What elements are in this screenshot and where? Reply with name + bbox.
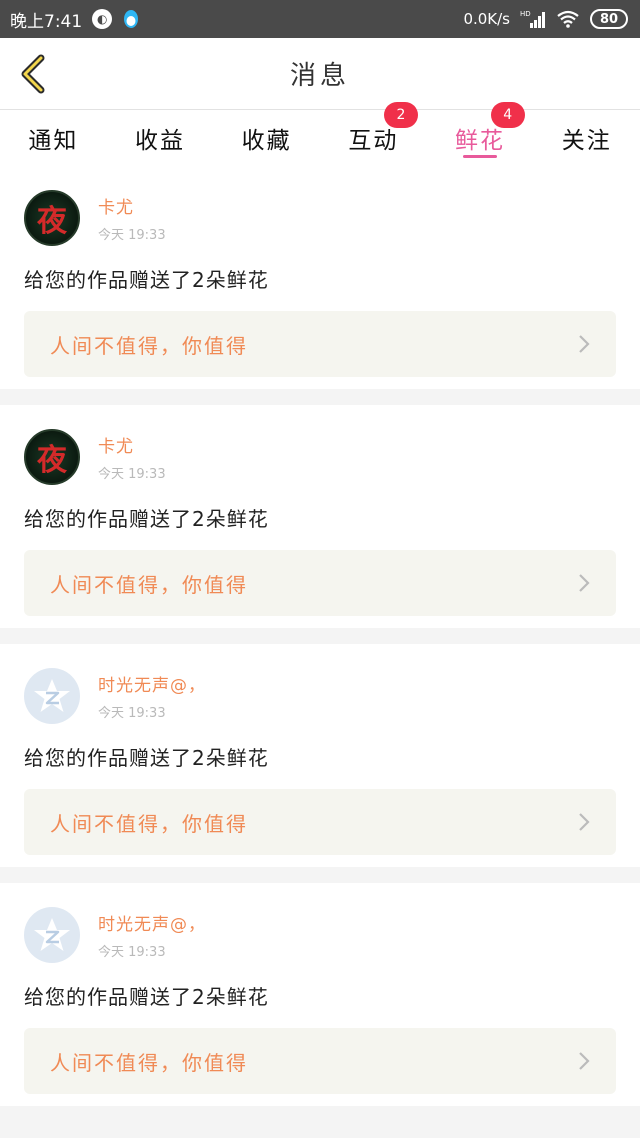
tab-label: 关注 — [561, 128, 612, 154]
flower-message-list: 夜 卡尤 今天 19:33 给您的作品赠送了2朵鲜花 人间不值得，你值得 夜 卡… — [0, 166, 640, 1122]
message-card: 夜 卡尤 今天 19:33 给您的作品赠送了2朵鲜花 人间不值得，你值得 — [0, 405, 640, 628]
tab-notifications[interactable]: 通知 — [0, 110, 107, 166]
avatar[interactable] — [24, 907, 80, 963]
tab-favorites[interactable]: 收藏 — [213, 110, 320, 166]
message-tabs: 通知 收益 收藏 互动 2 鲜花 4 关注 — [0, 102, 640, 166]
work-title: 人间不值得，你值得 — [50, 333, 248, 358]
work-link[interactable]: 人间不值得，你值得 — [24, 789, 616, 855]
unread-badge: 4 — [490, 102, 525, 128]
status-time: 晚上7:41 — [10, 11, 83, 32]
battery-icon: 80 — [590, 9, 628, 29]
tab-flowers[interactable]: 鲜花 4 — [427, 102, 534, 166]
avatar[interactable]: 夜 — [24, 429, 80, 485]
tab-label: 收藏 — [241, 128, 292, 154]
work-title: 人间不值得，你值得 — [50, 1050, 248, 1075]
message-time: 今天 19:33 — [98, 706, 166, 721]
sender-name[interactable]: 卡尤 — [98, 193, 166, 218]
message-time: 今天 19:33 — [98, 467, 166, 482]
message-text: 给您的作品赠送了2朵鲜花 — [24, 985, 269, 1009]
message-text: 给您的作品赠送了2朵鲜花 — [24, 268, 269, 292]
unread-badge: 2 — [384, 102, 419, 128]
chevron-right-icon — [579, 813, 590, 831]
message-card: 夜 卡尤 今天 19:33 给您的作品赠送了2朵鲜花 人间不值得，你值得 — [0, 166, 640, 389]
message-card: 时光无声@， 今天 19:33 给您的作品赠送了2朵鲜花 人间不值得，你值得 — [0, 644, 640, 867]
night-character-avatar-icon: 夜 — [37, 204, 67, 239]
avatar[interactable] — [24, 668, 80, 724]
chevron-right-icon — [579, 335, 590, 353]
sender-name[interactable]: 时光无声@， — [98, 671, 206, 696]
message-time: 今天 19:33 — [98, 228, 166, 243]
chevron-left-icon — [21, 54, 45, 94]
wifi-icon — [556, 10, 580, 28]
message-time: 今天 19:33 — [98, 945, 166, 960]
night-character-avatar-icon: 夜 — [37, 443, 67, 478]
back-button[interactable] — [14, 54, 54, 94]
qzone-star-icon — [34, 918, 70, 951]
app-notification-icon: ◐ — [92, 9, 113, 29]
tab-label: 通知 — [28, 128, 79, 154]
message-card: 时光无声@， 今天 19:33 给您的作品赠送了2朵鲜花 人间不值得，你值得 — [0, 883, 640, 1106]
chevron-right-icon — [579, 1052, 590, 1070]
status-bar: 晚上7:41 ◐ 0.0K/s HD 80 — [0, 0, 640, 38]
top-bar: 消息 — [0, 38, 640, 110]
work-link[interactable]: 人间不值得，你值得 — [24, 1028, 616, 1094]
qq-penguin-icon — [122, 8, 140, 30]
battery-level: 80 — [599, 11, 619, 27]
net-speed: 0.0K/s — [463, 10, 510, 28]
page-title: 消息 — [289, 61, 350, 91]
cell-signal-icon: HD — [520, 9, 546, 29]
work-title: 人间不值得，你值得 — [50, 811, 248, 836]
tab-following[interactable]: 关注 — [533, 110, 640, 166]
chevron-right-icon — [579, 574, 590, 592]
tab-earnings[interactable]: 收益 — [107, 110, 214, 166]
work-link[interactable]: 人间不值得，你值得 — [24, 550, 616, 616]
qzone-star-icon — [34, 679, 70, 712]
avatar[interactable]: 夜 — [24, 190, 80, 246]
sender-name[interactable]: 卡尤 — [98, 432, 166, 457]
tab-label: 收益 — [135, 128, 185, 154]
work-link[interactable]: 人间不值得，你值得 — [24, 311, 616, 377]
sender-name[interactable]: 时光无声@， — [98, 910, 206, 935]
message-text: 给您的作品赠送了2朵鲜花 — [24, 746, 269, 770]
svg-text:HD: HD — [520, 10, 531, 18]
work-title: 人间不值得，你值得 — [50, 572, 248, 597]
tab-interactions[interactable]: 互动 2 — [320, 102, 427, 166]
message-text: 给您的作品赠送了2朵鲜花 — [24, 507, 269, 531]
active-tab-indicator — [463, 155, 498, 158]
